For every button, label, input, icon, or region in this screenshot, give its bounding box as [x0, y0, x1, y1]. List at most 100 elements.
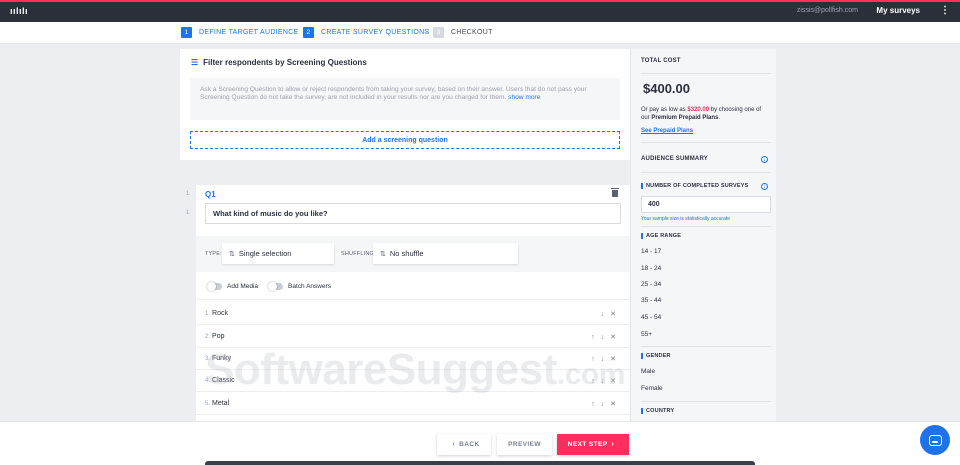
summary-panel: TOTAL COST $400.00 Or pay as low as $320…: [630, 49, 776, 421]
show-more-link[interactable]: show more: [508, 94, 540, 101]
answer-text[interactable]: Funky: [212, 355, 231, 362]
age-range-item[interactable]: 25 - 34: [641, 281, 661, 288]
stepper: 1 DEFINE TARGET AUDIENCE 2 CREATE SURVEY…: [0, 22, 960, 44]
question-text-input[interactable]: What kind of music do you like?: [205, 203, 621, 224]
answer-controls[interactable]: ↑ ↓ ✕: [591, 355, 618, 363]
total-cost-value: $400.00: [643, 81, 690, 96]
step-checkout[interactable]: 3 CHECKOUT: [433, 27, 493, 38]
next-step-button[interactable]: NEXT STEP ›: [557, 434, 629, 455]
pollfish-logo[interactable]: ıılılı: [10, 6, 28, 16]
sample-size-note: Your sample size is statistically accura…: [641, 216, 731, 222]
chat-glyph: [928, 434, 942, 446]
answer-text[interactable]: Rock: [212, 310, 228, 317]
answer-text[interactable]: Pop: [212, 333, 224, 340]
bottom-shadow: [205, 461, 755, 465]
question-label: Q1: [205, 190, 216, 199]
country-label: COUNTRY: [641, 408, 674, 414]
step-separator: [424, 32, 428, 33]
filter-title: ☰ Filter respondents by Screening Questi…: [191, 58, 367, 67]
step-create-questions[interactable]: 2 CREATE SURVEY QUESTIONS: [303, 27, 429, 38]
type-select-value: Single selection: [238, 249, 292, 258]
prepaid-plans-name: Premium Prepaid Plans: [651, 114, 719, 121]
toggle-label: Batch Answers: [288, 283, 331, 290]
kebab-icon[interactable]: ⋮: [940, 5, 950, 16]
gender-item[interactable]: Male: [641, 368, 655, 375]
step-label: CHECKOUT: [451, 29, 493, 36]
screening-filter-card: ☰ Filter respondents by Screening Questi…: [180, 49, 630, 160]
step-label: CREATE SURVEY QUESTIONS: [321, 29, 430, 36]
age-range-item[interactable]: 14 - 17: [641, 248, 661, 255]
chevron-right-icon: ›: [611, 441, 615, 448]
gutter-number: 1: [186, 191, 190, 197]
answer-controls[interactable]: ↑ ↓ ✕: [591, 400, 618, 408]
info-icon[interactable]: i: [761, 183, 768, 190]
age-range-item[interactable]: 18 - 24: [641, 265, 661, 272]
completed-surveys-input[interactable]: 400: [641, 196, 771, 213]
divider: [641, 142, 771, 143]
step-separator: [293, 32, 297, 33]
answer-row[interactable]: 5. Metal ↑ ↓ ✕: [196, 393, 630, 415]
divider: [641, 172, 771, 173]
add-media-toggle[interactable]: Add Media: [207, 282, 259, 291]
user-email: zissis@pollfish.com: [796, 7, 858, 14]
back-button[interactable]: ‹ BACK: [437, 434, 491, 455]
my-surveys-link[interactable]: My surveys: [876, 6, 920, 15]
age-range-item[interactable]: 45 - 54: [641, 314, 661, 321]
audience-summary-label: AUDIENCE SUMMARY: [641, 156, 708, 162]
type-select[interactable]: ⇅ Single selection: [222, 243, 334, 264]
prepaid-text: Or pay as low as: [641, 107, 688, 113]
completed-surveys-label: NUMBER OF COMPLETED SURVEYS: [641, 183, 748, 189]
filter-description: Ask a Screening Question to allow or rej…: [190, 78, 620, 120]
answer-text[interactable]: Classic: [212, 377, 235, 384]
gender-label: GENDER: [641, 353, 671, 359]
question-gutter: 1 1: [180, 185, 196, 225]
step-number: 2: [303, 27, 314, 38]
toggle-switch[interactable]: [268, 282, 283, 291]
batch-answers-toggle[interactable]: Batch Answers: [268, 282, 331, 291]
shuffling-label: SHUFFLING:: [341, 251, 376, 257]
age-range-label: AGE RANGE: [641, 233, 681, 239]
answer-row[interactable]: 3. Funky ↑ ↓ ✕: [196, 348, 630, 370]
divider: [641, 346, 771, 347]
filter-title-text: Filter respondents by Screening Question…: [203, 58, 367, 67]
chat-icon[interactable]: [920, 425, 950, 455]
answer-number: 4.: [205, 377, 211, 384]
add-screening-question-button[interactable]: Add a screening question: [190, 131, 620, 149]
total-cost-label: TOTAL COST: [641, 58, 681, 64]
gender-item[interactable]: Female: [641, 385, 663, 392]
answer-controls[interactable]: ↑ ↓ ✕: [591, 333, 618, 341]
type-label: TYPE:: [205, 251, 222, 257]
step-number: 1: [181, 27, 192, 38]
answer-number: 1.: [205, 310, 211, 317]
step-label: DEFINE TARGET AUDIENCE: [199, 29, 299, 36]
step-define-audience[interactable]: 1 DEFINE TARGET AUDIENCE: [181, 27, 299, 38]
trash-icon[interactable]: [611, 188, 619, 197]
prepaid-text: .: [718, 114, 721, 121]
divider: [641, 401, 771, 402]
answer-row[interactable]: 2. Pop ↑ ↓ ✕: [196, 326, 630, 348]
gutter-number: 1: [186, 210, 190, 216]
divider: [641, 226, 771, 227]
question-card: Q1 What kind of music do you like? TYPE:…: [196, 185, 630, 421]
question-toggles: Add Media Batch Answers: [196, 276, 630, 300]
question-options-band: TYPE: ⇅ Single selection SHUFFLING: ⇅ No…: [196, 236, 630, 272]
toggle-label: Add Media: [227, 283, 259, 290]
age-range-item[interactable]: 35 - 44: [641, 297, 661, 304]
answer-number: 2.: [205, 333, 211, 340]
top-bar: ıılılı zissis@pollfish.com My surveys ⋮: [0, 0, 960, 22]
answer-row[interactable]: 1. Rock ↓ ✕: [196, 303, 630, 325]
answer-text[interactable]: Metal: [212, 400, 229, 407]
preview-button[interactable]: PREVIEW: [497, 434, 552, 455]
prepaid-price: $320.00: [687, 107, 710, 113]
answer-number: 5.: [205, 400, 211, 407]
answer-controls[interactable]: ↑ ↓ ✕: [591, 377, 618, 385]
updown-icon: ⇅: [229, 250, 235, 258]
answer-controls[interactable]: ↓ ✕: [601, 310, 618, 318]
age-range-item[interactable]: 55+: [641, 331, 652, 338]
prepaid-note: Or pay as low as $320.00 by choosing one…: [641, 107, 769, 122]
shuffling-select[interactable]: ⇅ No shuffle: [373, 243, 518, 264]
see-prepaid-plans-link[interactable]: See Prepaid Plans: [641, 128, 693, 134]
toggle-switch[interactable]: [207, 282, 222, 291]
info-icon[interactable]: i: [761, 156, 768, 163]
answer-row[interactable]: 4. Classic ↑ ↓ ✕: [196, 370, 630, 392]
